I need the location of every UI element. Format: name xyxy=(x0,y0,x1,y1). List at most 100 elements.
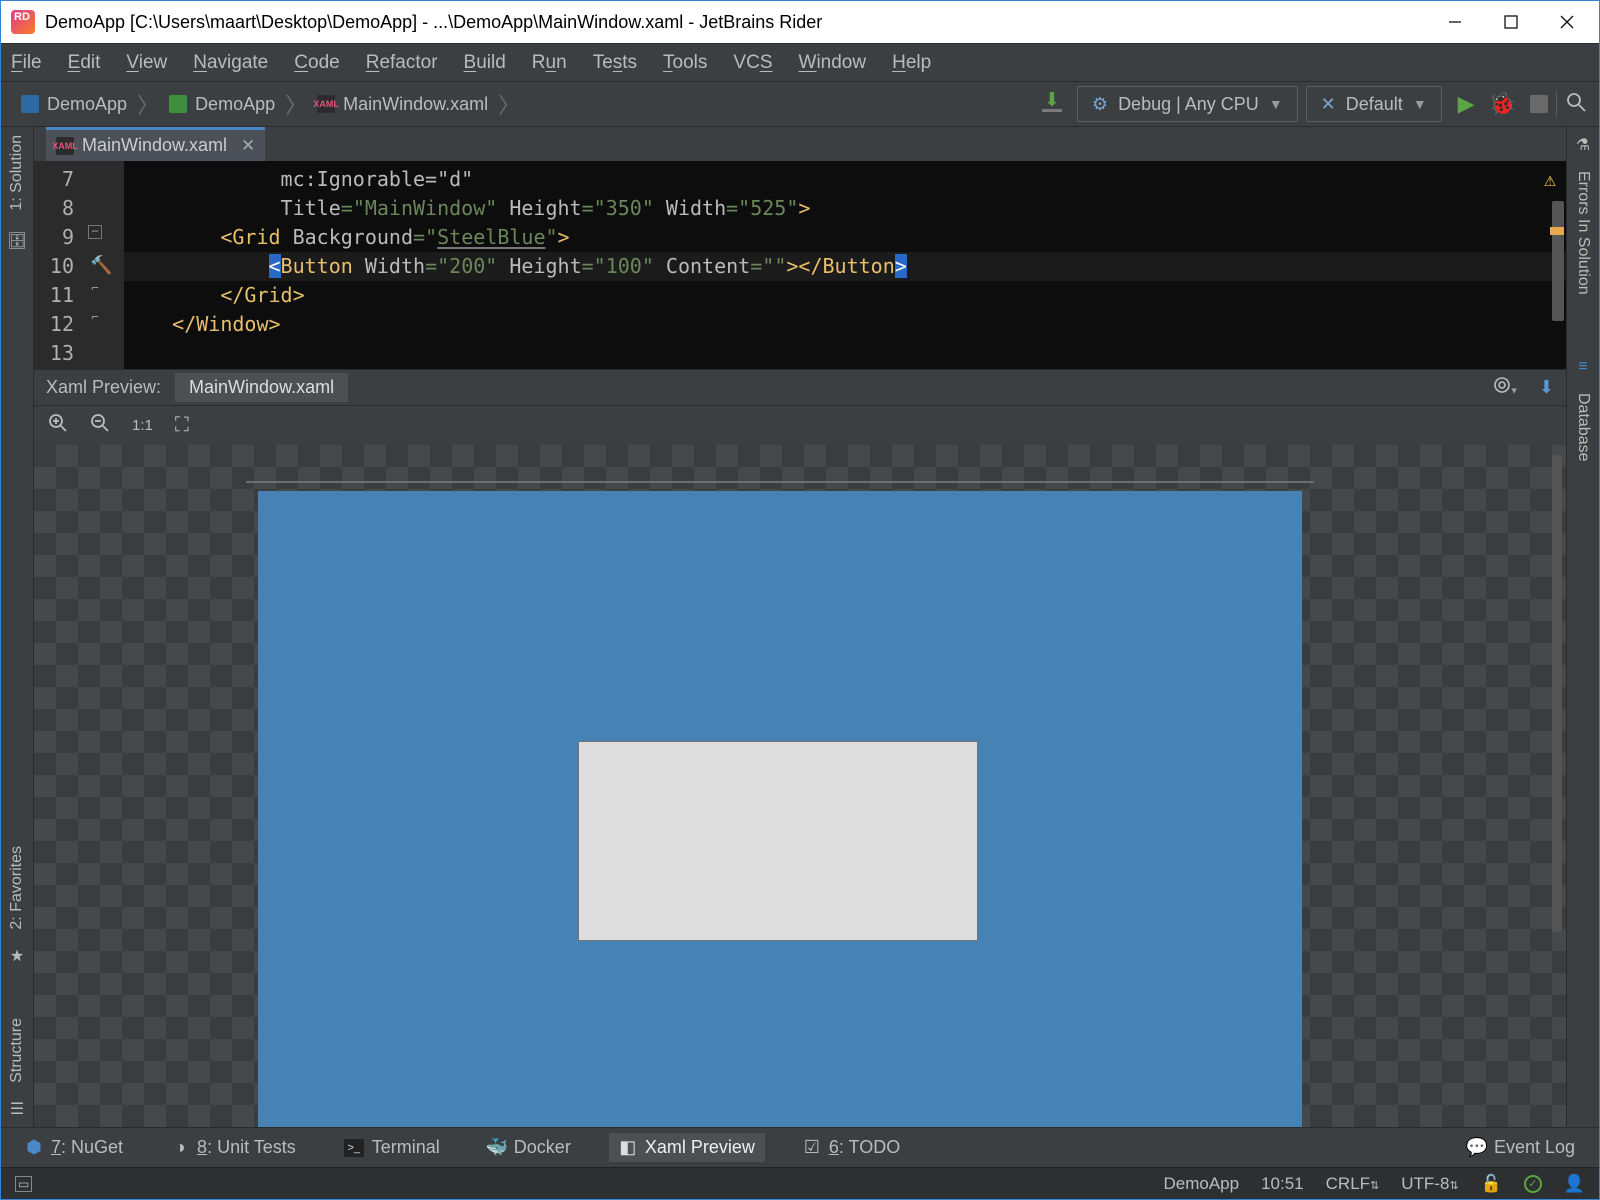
error-stripe-marker[interactable] xyxy=(1550,227,1564,235)
structure-icon[interactable]: ☰ xyxy=(7,1099,27,1119)
status-context[interactable]: DemoApp xyxy=(1163,1174,1239,1194)
tool-errors[interactable]: Errors In Solution xyxy=(1574,171,1592,295)
nuget-icon: ⬢ xyxy=(25,1139,43,1157)
unit-tests-icon: ◑ xyxy=(171,1139,189,1157)
xaml-file-icon: XAML xyxy=(317,95,335,113)
window-title: DemoApp [C:\Users\maart\Desktop\DemoApp]… xyxy=(45,12,822,33)
run-configuration-selector[interactable]: ⚙ Debug | Any CPU ▼ xyxy=(1077,86,1298,122)
status-line-ending[interactable]: CRLF⇅ xyxy=(1326,1174,1380,1194)
menu-help[interactable]: Help xyxy=(892,52,931,74)
editor-tab[interactable]: XAML MainWindow.xaml ✕ xyxy=(46,127,265,161)
window-titlebar: RD DemoApp [C:\Users\maart\Desktop\DemoA… xyxy=(1,1,1599,43)
preview-file-tab[interactable]: MainWindow.xaml xyxy=(175,373,348,402)
fold-end-icon: ⌐ xyxy=(88,283,102,297)
menu-vcs[interactable]: VCS xyxy=(733,52,772,74)
stop-button[interactable] xyxy=(1530,95,1548,113)
tool-unit-tests[interactable]: ◑ 8: Unit Tests xyxy=(161,1133,306,1162)
readonly-toggle-icon[interactable]: 🔓 xyxy=(1481,1174,1502,1194)
terminal-icon: >_ xyxy=(344,1139,364,1157)
editor-tab-strip: XAML MainWindow.xaml ✕ xyxy=(34,127,1566,161)
navigation-bar: DemoApp 〉 DemoApp 〉 XAML MainWindow.xaml… xyxy=(1,81,1599,127)
window-minimize-button[interactable] xyxy=(1427,1,1483,43)
code-area[interactable]: mc:Ignorable="d" Title="MainWindow" Heig… xyxy=(124,161,1566,369)
design-button-element[interactable] xyxy=(578,741,978,941)
menu-edit[interactable]: Edit xyxy=(68,52,101,74)
warning-indicator-icon[interactable]: ⚠ xyxy=(1544,167,1556,191)
solution-tool-icon[interactable]: 🗄 xyxy=(7,231,27,251)
preview-toolbar: 1:1 ⛶ xyxy=(34,405,1566,445)
database-icon[interactable]: ≡ xyxy=(1573,357,1593,377)
chevron-right-icon: 〉 xyxy=(498,88,520,120)
menu-tools[interactable]: Tools xyxy=(663,52,707,74)
tool-event-log[interactable]: 💬 Event Log xyxy=(1458,1133,1585,1162)
status-ok-icon[interactable]: ✓ xyxy=(1524,1175,1542,1193)
tool-structure[interactable]: Structure xyxy=(8,1018,26,1083)
preview-label: Xaml Preview: xyxy=(46,377,161,398)
menu-code[interactable]: Code xyxy=(294,52,339,74)
menu-run[interactable]: Run xyxy=(532,52,567,74)
search-button[interactable] xyxy=(1565,91,1587,118)
run-button[interactable]: ▶ xyxy=(1458,91,1475,117)
status-indicator-icon[interactable]: ▭ xyxy=(15,1176,32,1192)
debug-config-icon: ⚙ xyxy=(1092,94,1108,115)
tool-docker[interactable]: 🐳 Docker xyxy=(478,1133,581,1162)
menu-window[interactable]: Window xyxy=(799,52,867,74)
menu-tests[interactable]: Tests xyxy=(593,52,637,74)
breadcrumb-solution[interactable]: DemoApp xyxy=(13,88,135,120)
chevron-right-icon: 〉 xyxy=(285,88,307,120)
run-config-label: Debug | Any CPU xyxy=(1118,94,1259,115)
fold-handle-icon[interactable]: − xyxy=(88,225,102,239)
build-indicator-icon[interactable]: 🔨 xyxy=(90,255,112,276)
target-icon: ✕ xyxy=(1321,94,1336,115)
tool-xaml-preview[interactable]: ◧ Xaml Preview xyxy=(609,1133,765,1162)
preview-scrollbar[interactable] xyxy=(1552,455,1562,932)
breadcrumb-project[interactable]: DemoApp xyxy=(161,88,283,120)
build-download-icon[interactable]: ⬇ xyxy=(1041,93,1063,115)
menu-view[interactable]: View xyxy=(126,52,167,74)
menu-build[interactable]: Build xyxy=(464,52,506,74)
code-editor[interactable]: 78910111213 − ⌐ ⌐ mc:Ignorable="d" Title… xyxy=(34,161,1566,369)
docker-icon: 🐳 xyxy=(488,1139,506,1157)
window-close-button[interactable] xyxy=(1539,1,1595,43)
tool-solution[interactable]: 1: Solution xyxy=(8,135,26,211)
chevron-down-icon: ▼ xyxy=(1413,96,1427,112)
zoom-reset-button[interactable]: 1:1 xyxy=(132,417,153,434)
chevron-down-icon: ▼ xyxy=(1269,96,1283,112)
menu-navigate[interactable]: Navigate xyxy=(193,52,268,74)
flask-icon[interactable]: ⚗ xyxy=(1573,135,1593,155)
xaml-preview-canvas[interactable] xyxy=(34,445,1566,1127)
status-cursor[interactable]: 10:51 xyxy=(1261,1174,1304,1194)
menu-file[interactable]: File xyxy=(11,52,42,74)
editor-scrollbar[interactable] xyxy=(1552,201,1564,321)
memory-indicator-icon[interactable]: 👤 xyxy=(1564,1174,1585,1194)
design-surface[interactable] xyxy=(258,491,1302,1127)
preview-settings-button[interactable]: ▾ xyxy=(1493,376,1517,399)
fit-screen-button[interactable]: ⛶ xyxy=(175,414,189,437)
tool-database[interactable]: Database xyxy=(1574,393,1592,462)
line-gutter: 78910111213 xyxy=(34,161,84,369)
event-log-icon: 💬 xyxy=(1468,1139,1486,1157)
tool-favorites[interactable]: 2: Favorites xyxy=(8,846,26,930)
project-icon xyxy=(169,95,187,113)
debug-button[interactable]: 🐞 xyxy=(1489,91,1516,117)
target-selector[interactable]: ✕ Default ▼ xyxy=(1306,86,1442,122)
breadcrumb-label: MainWindow.xaml xyxy=(343,94,488,115)
status-encoding[interactable]: UTF-8⇅ xyxy=(1401,1174,1458,1194)
xaml-preview-icon: ◧ xyxy=(619,1139,637,1157)
todo-icon: ☑ xyxy=(803,1139,821,1157)
tool-nuget[interactable]: ⬢ 7: NuGet xyxy=(15,1133,133,1162)
fold-end-icon: ⌐ xyxy=(88,312,102,326)
menu-bar: File Edit View Navigate Code Refactor Bu… xyxy=(1,43,1599,81)
tool-terminal[interactable]: >_ Terminal xyxy=(334,1133,450,1162)
close-tab-button[interactable]: ✕ xyxy=(241,136,255,156)
star-icon[interactable]: ★ xyxy=(7,946,27,966)
zoom-in-button[interactable] xyxy=(48,413,68,438)
window-maximize-button[interactable] xyxy=(1483,1,1539,43)
bottom-tool-bar: ⬢ 7: NuGet ◑ 8: Unit Tests >_ Terminal 🐳… xyxy=(1,1127,1599,1167)
tool-todo[interactable]: ☑ 6: TODO xyxy=(793,1133,910,1162)
preview-download-button[interactable]: ⬇ xyxy=(1539,377,1554,398)
target-label: Default xyxy=(1346,94,1403,115)
menu-refactor[interactable]: Refactor xyxy=(366,52,438,74)
breadcrumb-file[interactable]: XAML MainWindow.xaml xyxy=(309,88,496,120)
zoom-out-button[interactable] xyxy=(90,413,110,438)
